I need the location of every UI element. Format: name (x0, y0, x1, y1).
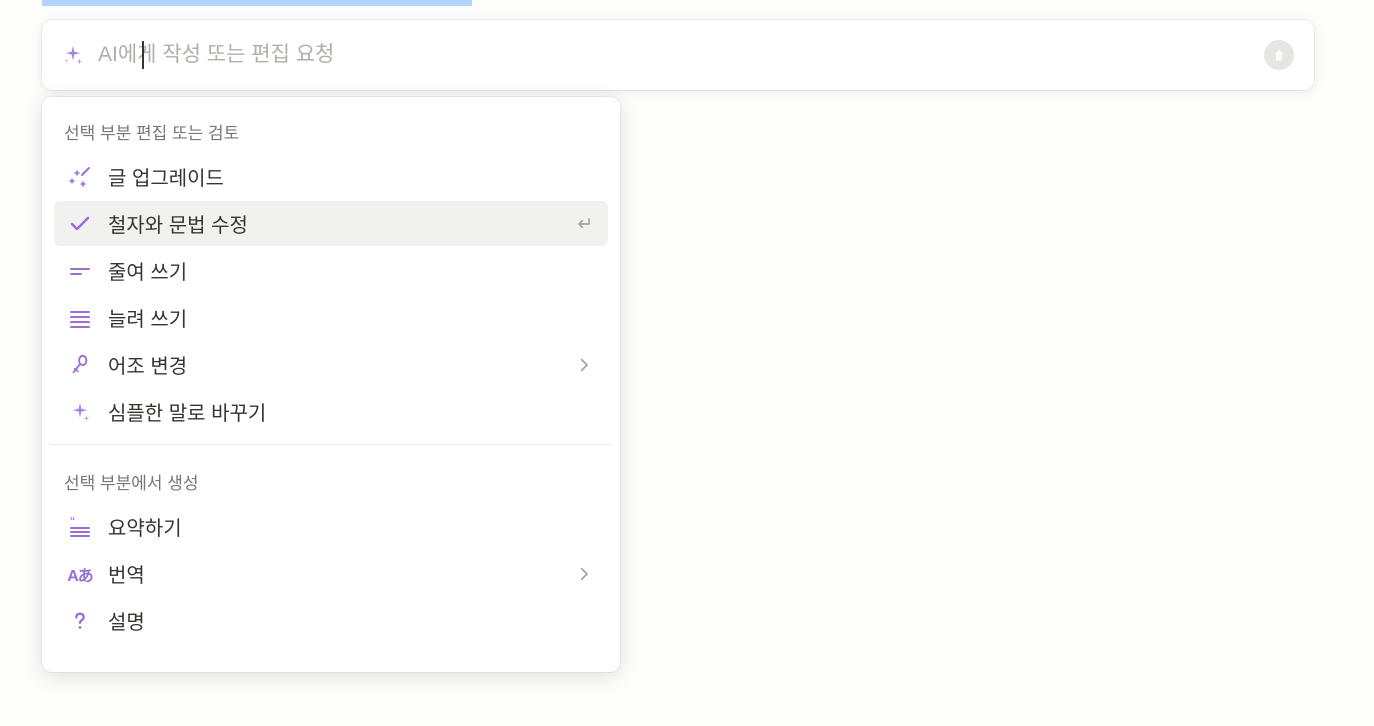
ai-prompt-input[interactable] (98, 43, 1264, 67)
sparkle-icon (66, 398, 94, 426)
check-icon (66, 210, 94, 238)
menu-item-label: 어조 변경 (108, 350, 572, 379)
enter-key-icon (572, 212, 596, 236)
menu-item-change-tone[interactable]: 어조 변경 (54, 342, 608, 387)
section-divider (50, 444, 612, 445)
text-selection-highlight (42, 0, 472, 6)
menu-item-make-shorter[interactable]: 줄여 쓰기 (54, 248, 608, 293)
menu-item-label: 글 업그레이드 (108, 162, 596, 191)
translate-icon: Aあ (66, 560, 94, 588)
menu-item-summarize[interactable]: “ 요약하기 (54, 504, 608, 549)
shorten-icon (66, 257, 94, 285)
dropdown-scroll-area[interactable]: 선택 부분 편집 또는 검토 글 업그레이드 (42, 97, 620, 672)
submit-button[interactable] (1264, 40, 1294, 70)
section-header-generate: 선택 부분에서 생성 (50, 455, 612, 502)
menu-item-label: 설명 (108, 606, 596, 635)
question-icon (66, 607, 94, 635)
menu-item-simplify[interactable]: 심플한 말로 바꾸기 (54, 389, 608, 434)
microphone-icon (66, 351, 94, 379)
menu-item-label: 번역 (108, 559, 572, 588)
chevron-right-icon (572, 353, 596, 377)
text-cursor (142, 41, 144, 69)
menu-item-make-longer[interactable]: 늘려 쓰기 (54, 295, 608, 340)
menu-item-label: 줄여 쓰기 (108, 256, 596, 285)
menu-item-upgrade-writing[interactable]: 글 업그레이드 (54, 154, 608, 199)
menu-item-label: 심플한 말로 바꾸기 (108, 397, 596, 426)
menu-item-fix-spelling[interactable]: 철자와 문법 수정 (54, 201, 608, 246)
section-header-edit: 선택 부분 편집 또는 검토 (50, 105, 612, 152)
ai-prompt-bar (42, 20, 1314, 90)
summarize-icon: “ (66, 513, 94, 541)
menu-item-label: 늘려 쓰기 (108, 303, 596, 332)
menu-item-translate[interactable]: Aあ 번역 (54, 551, 608, 596)
sparkle-icon (62, 44, 84, 66)
svg-text:“: “ (70, 516, 75, 527)
menu-item-explain[interactable]: 설명 (54, 598, 608, 643)
menu-item-label: 철자와 문법 수정 (108, 209, 572, 238)
arrow-up-icon (1271, 47, 1287, 63)
menu-item-label: 요약하기 (108, 512, 596, 541)
lengthen-icon (66, 304, 94, 332)
wand-icon (66, 163, 94, 191)
ai-actions-dropdown: 선택 부분 편집 또는 검토 글 업그레이드 (42, 97, 620, 672)
chevron-right-icon (572, 562, 596, 586)
